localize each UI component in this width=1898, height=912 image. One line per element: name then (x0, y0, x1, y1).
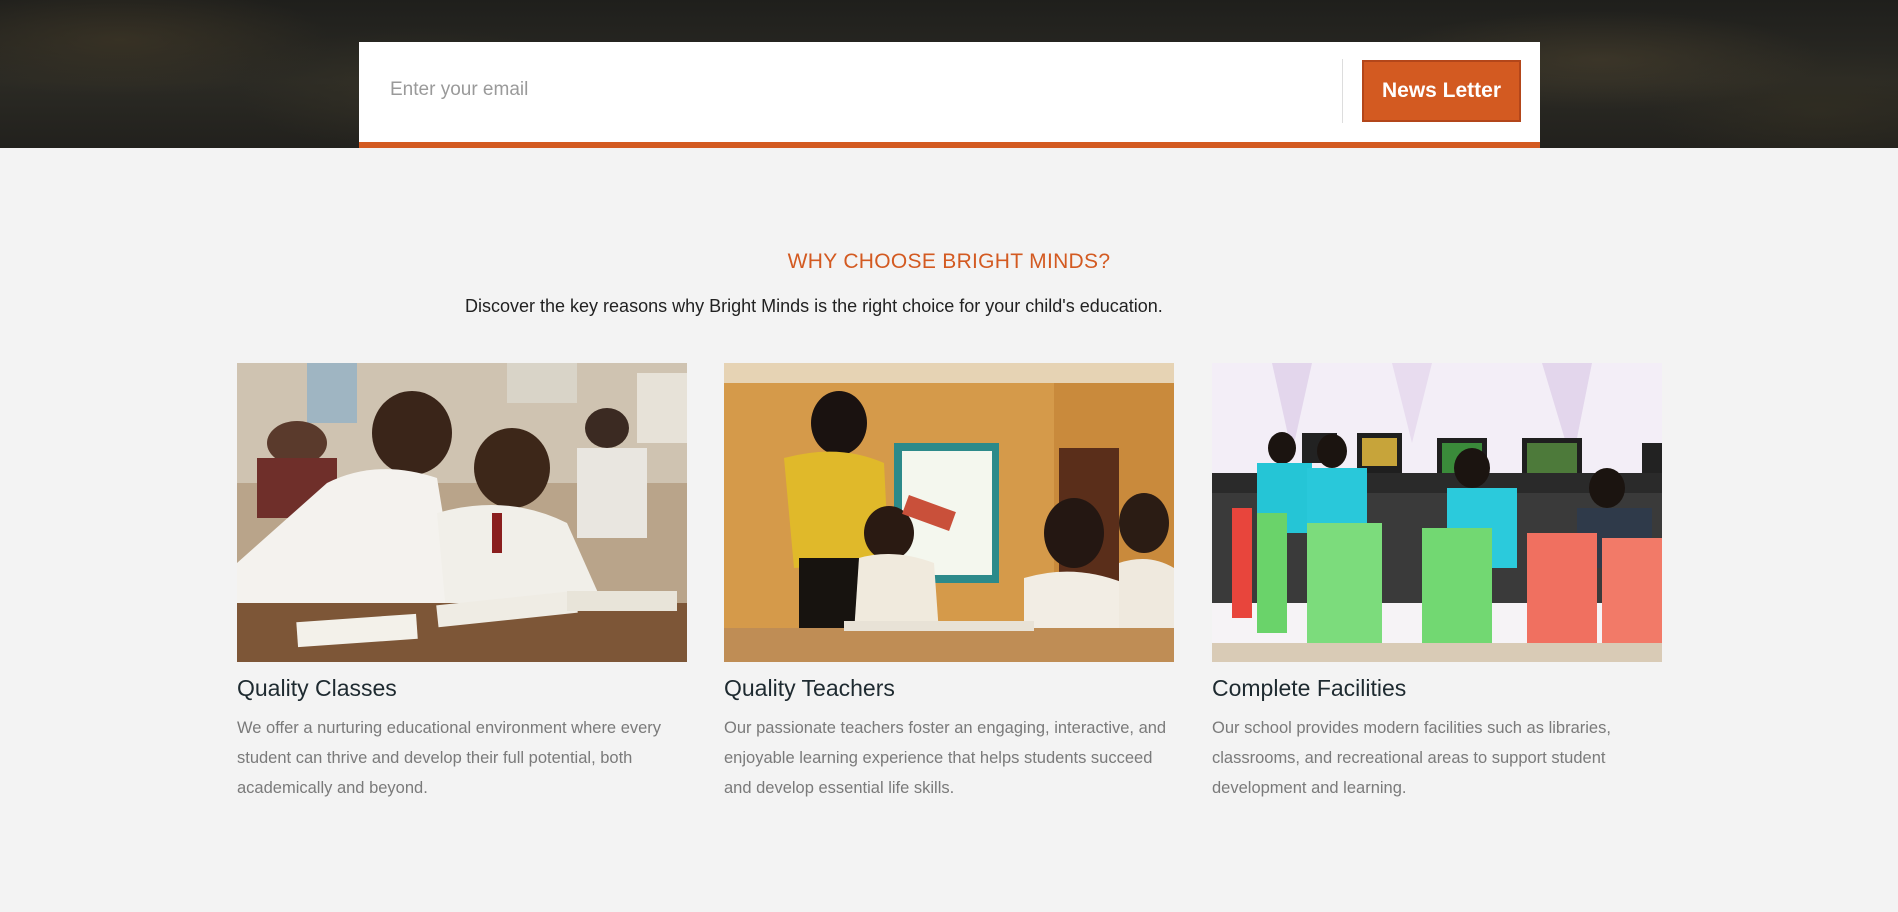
section-title: WHY CHOOSE BRIGHT MINDS? (787, 250, 1111, 273)
section-subtitle: Discover the key reasons why Bright Mind… (465, 296, 1163, 316)
classroom-students-photo (237, 363, 687, 662)
newsletter-form: News Letter (359, 42, 1540, 148)
computer-lab-photo (1212, 363, 1662, 662)
card-title: Quality Classes (237, 675, 397, 701)
newsletter-button[interactable]: News Letter (1362, 60, 1521, 122)
card-title: Complete Facilities (1212, 675, 1407, 701)
email-input[interactable] (390, 70, 1390, 110)
teacher-helping-student-photo (724, 363, 1174, 662)
card-text: Our school provides modern facilities su… (1212, 719, 1611, 797)
feature-card-complete-facilities: Complete Facilities Our school provides … (1212, 363, 1662, 803)
card-text: Our passionate teachers foster an engagi… (724, 719, 1167, 797)
newsletter-divider (1342, 59, 1343, 123)
feature-card-quality-classes: Quality Classes We offer a nurturing edu… (237, 363, 687, 803)
card-title: Quality Teachers (724, 675, 895, 701)
card-text: We offer a nurturing educational environ… (237, 719, 662, 797)
feature-card-quality-teachers: Quality Teachers Our passionate teachers… (724, 363, 1174, 803)
